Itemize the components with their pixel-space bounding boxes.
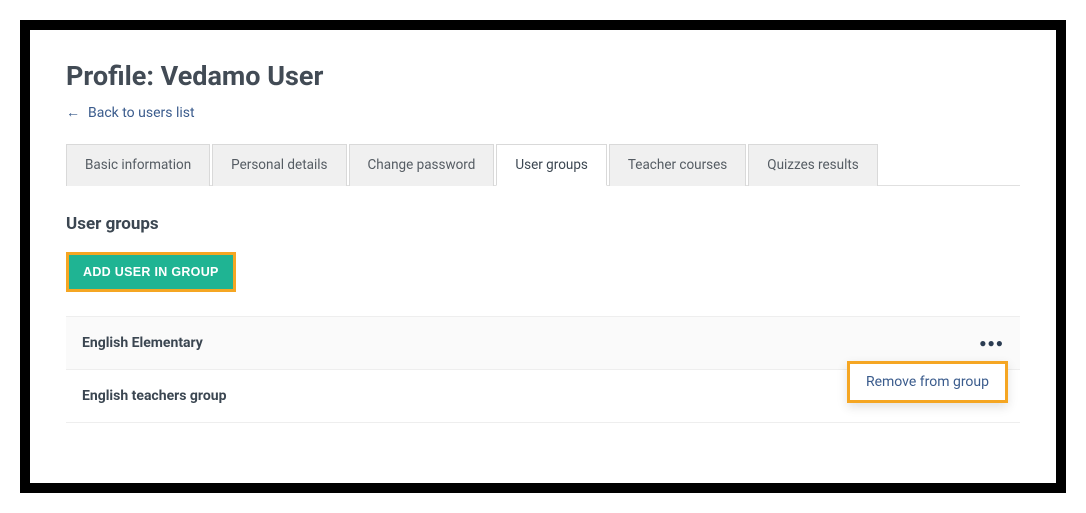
app-frame: Profile: Vedamo User ← Back to users lis… bbox=[20, 20, 1066, 493]
arrow-left-icon: ← bbox=[66, 106, 80, 120]
tab-bar: Basic information Personal details Chang… bbox=[66, 143, 1020, 186]
section-title: User groups bbox=[66, 214, 1020, 234]
add-user-in-group-button[interactable]: ADD USER IN GROUP bbox=[69, 255, 233, 289]
back-to-users-link[interactable]: ← Back to users list bbox=[66, 105, 195, 121]
tab-personal-details[interactable]: Personal details bbox=[212, 144, 346, 186]
page-title: Profile: Vedamo User bbox=[66, 60, 1020, 92]
group-row-wrap: English Elementary ●●● Remove from group bbox=[66, 317, 1020, 370]
group-name: English Elementary bbox=[82, 335, 203, 351]
tab-quizzes-results[interactable]: Quizzes results bbox=[748, 144, 877, 186]
back-link-label: Back to users list bbox=[88, 105, 195, 121]
group-list: English Elementary ●●● Remove from group… bbox=[66, 316, 1020, 423]
tab-teacher-courses[interactable]: Teacher courses bbox=[609, 144, 746, 186]
more-actions-icon[interactable]: ●●● bbox=[979, 336, 1004, 350]
tab-basic-information[interactable]: Basic information bbox=[66, 144, 210, 186]
remove-from-group-action[interactable]: Remove from group bbox=[850, 364, 1005, 400]
group-name: English teachers group bbox=[82, 388, 226, 404]
add-button-highlight: ADD USER IN GROUP bbox=[66, 252, 236, 292]
tab-change-password[interactable]: Change password bbox=[349, 144, 495, 186]
tab-user-groups[interactable]: User groups bbox=[496, 144, 607, 186]
row-actions-dropdown: Remove from group bbox=[847, 361, 1008, 403]
